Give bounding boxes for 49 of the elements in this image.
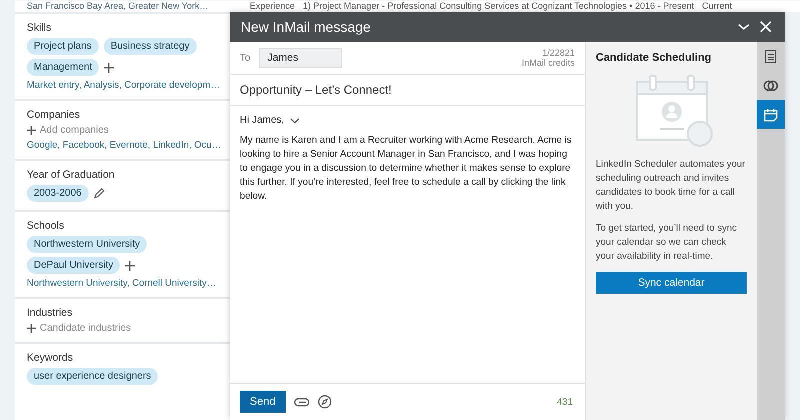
sync-calendar-button[interactable]: Sync calendar [596, 272, 747, 294]
filter-pill[interactable]: DePaul University [27, 257, 120, 274]
character-count: 431 [557, 396, 573, 408]
send-button[interactable]: Send [240, 391, 286, 413]
side-tab[interactable] [757, 100, 785, 129]
location-text: San Francisco Bay Area, Greater New York… [27, 1, 209, 11]
panel-paragraph: To get started, you’ll need to sync your calendar so we can check your availability in real-time. [596, 222, 738, 264]
filter-title: Companies [27, 109, 82, 121]
credits-label: InMail credits [522, 58, 575, 68]
filter-pill[interactable]: Project plans [27, 38, 99, 55]
document-icon [765, 50, 777, 64]
filter-title: Industries [27, 307, 74, 319]
filter-summary[interactable]: Northwestern University, Cornell University… [27, 278, 230, 289]
filter-summary[interactable]: Market entry, Analysis, Corporate developm… [27, 80, 230, 91]
message-body[interactable]: My name is Karen and I am a Recruiter working with Acme Research. Acme is looking to hire a Senior Account Manager in San Francisco, and I was hoping to engage you in a discussion to determine whether it makes sense to explore this further. If you’re interested, feel free to schedule a call by clicking the link below. [240, 134, 575, 204]
overlapping-circles-icon [763, 80, 779, 92]
experience-label: Experience [250, 1, 296, 12]
greeting-text: Hi James, [240, 115, 284, 126]
to-label: To [240, 52, 251, 64]
current-label: Current [702, 1, 732, 12]
filter-pill[interactable]: Northwestern University [27, 236, 148, 253]
plus-icon[interactable] [104, 62, 114, 72]
plus-icon [27, 126, 36, 135]
calendar-icon [764, 108, 778, 122]
filter-title: Keywords [27, 352, 74, 364]
panel-title: Candidate Scheduling [596, 52, 713, 64]
panel-paragraph: LinkedIn Scheduler automates your scheduling outreach and invites candidates to book time for a call with you. [596, 158, 746, 214]
add-filter-link[interactable]: Add companies [27, 125, 230, 136]
filter-summary[interactable]: Google, Facebook, Evernote, LinkedIn, Ocu… [27, 140, 230, 151]
plus-icon[interactable] [125, 260, 136, 270]
experience-text: 1) Project Manager - Professional Consulting Services at Cognizant Technologies • 2016 - Present [303, 1, 694, 12]
credits-count: 1/22821 [541, 48, 575, 58]
chevron-down-icon[interactable] [290, 118, 300, 124]
filter-pill[interactable]: Business strategy [104, 38, 197, 55]
filter-pill[interactable]: user experience designers [27, 368, 158, 385]
filter-title: Year of Graduation [27, 169, 116, 181]
paperclip-icon[interactable] [294, 398, 310, 406]
filter-pill[interactable]: Management [27, 59, 100, 76]
recipient-field[interactable]: James [258, 48, 342, 68]
subject-field[interactable]: Opportunity – Let’s Connect! [230, 75, 585, 106]
filter-title: Skills [27, 22, 53, 34]
close-icon [759, 20, 773, 34]
add-filter-link[interactable]: Candidate industries [27, 323, 230, 334]
filter-title: Schools [27, 220, 66, 232]
dialog-title: New InMail message [241, 19, 372, 35]
pencil-icon[interactable] [94, 188, 105, 199]
plus-icon [27, 324, 36, 333]
filter-pill[interactable]: 2003-2006 [27, 185, 89, 202]
compass-icon[interactable] [318, 395, 332, 409]
